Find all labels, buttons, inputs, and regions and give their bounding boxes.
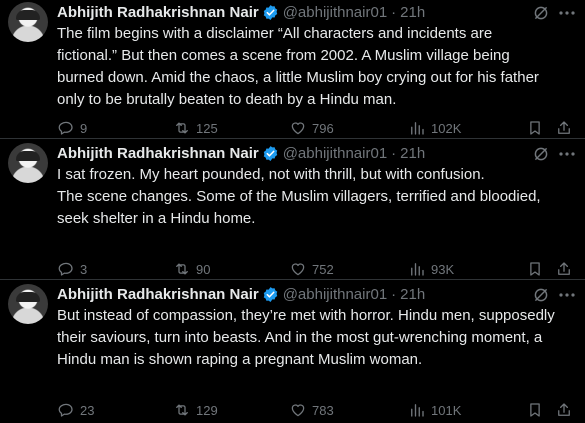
like-icon xyxy=(291,263,305,276)
views-count: 102K xyxy=(431,120,462,136)
separator-dot: · xyxy=(391,3,397,21)
reply-count: 23 xyxy=(80,402,95,418)
bookmark-button[interactable] xyxy=(526,400,544,420)
tweet[interactable]: Abhijith Radhakrishnan Nair @abhijithnai… xyxy=(0,139,585,280)
more-icon[interactable] xyxy=(557,287,577,303)
tweet-text: I sat frozen. My heart pounded, not with… xyxy=(57,164,585,230)
tweet-header: Abhijith Radhakrishnan Nair @abhijithnai… xyxy=(57,143,585,163)
share-icon xyxy=(558,121,570,134)
views-button[interactable]: 102K xyxy=(408,118,461,138)
views-count: 101K xyxy=(431,402,462,418)
grok-icon[interactable] xyxy=(533,5,549,21)
timestamp[interactable]: 21h xyxy=(400,145,425,162)
avatar[interactable] xyxy=(8,284,48,324)
repost-icon xyxy=(176,404,188,416)
share-button[interactable] xyxy=(555,259,573,279)
reply-icon xyxy=(58,403,73,417)
tweet-actions: 3 90 752 93K xyxy=(57,259,585,279)
reply-count: 9 xyxy=(80,120,88,136)
bookmark-button[interactable] xyxy=(526,259,544,279)
share-button[interactable] xyxy=(555,400,573,420)
timestamp[interactable]: 21h xyxy=(400,4,425,21)
tweet-header: Abhijith Radhakrishnan Nair @abhijithnai… xyxy=(57,2,585,22)
separator-dot: · xyxy=(391,144,397,162)
bookmark-icon xyxy=(530,121,540,135)
repost-count: 125 xyxy=(196,120,218,136)
avatar[interactable] xyxy=(8,143,48,183)
like-button[interactable]: 783 xyxy=(289,400,334,420)
like-count: 796 xyxy=(312,120,334,136)
tweet-actions: 9 125 796 102K xyxy=(57,118,585,138)
verified-badge-icon xyxy=(263,145,277,161)
author-name[interactable]: Abhijith Radhakrishnan Nair xyxy=(57,286,259,303)
tweet-text-line: The scene changes. Some of the Muslim vi… xyxy=(57,188,541,205)
repost-icon xyxy=(176,122,188,134)
repost-count: 90 xyxy=(196,261,211,277)
like-icon xyxy=(291,404,305,417)
grok-icon[interactable] xyxy=(533,146,549,162)
tweet-text-line: Hindu man is shown raping a pregnant Mus… xyxy=(57,351,423,368)
repost-icon xyxy=(176,263,188,275)
reply-button[interactable]: 23 xyxy=(57,400,94,420)
views-button[interactable]: 101K xyxy=(408,400,461,420)
author-handle[interactable]: @abhijithnair01 xyxy=(283,145,387,162)
share-button[interactable] xyxy=(555,118,573,138)
views-icon xyxy=(411,404,424,417)
reply-icon xyxy=(58,262,73,276)
tweet-header: Abhijith Radhakrishnan Nair @abhijithnai… xyxy=(57,284,585,304)
tweet-text-line: The film begins with a disclaimer “All c… xyxy=(57,25,493,42)
tweet-text-line: fictional.” But then comes a scene from … xyxy=(57,47,510,64)
repost-button[interactable]: 125 xyxy=(173,118,218,138)
author-name[interactable]: Abhijith Radhakrishnan Nair xyxy=(57,145,259,162)
views-button[interactable]: 93K xyxy=(408,259,454,279)
repost-button[interactable]: 90 xyxy=(173,259,210,279)
bookmark-icon xyxy=(530,403,540,417)
tweet-text-line: their saviours, turn into beasts. And in… xyxy=(57,329,543,346)
tweet-text-line: But instead of compassion, they’re met w… xyxy=(57,307,555,324)
separator-dot: · xyxy=(391,285,397,303)
repost-button[interactable]: 129 xyxy=(173,400,218,420)
tweet-text-line: only to be brutally beaten to death by a… xyxy=(57,91,397,108)
bookmark-icon xyxy=(530,262,540,276)
grok-icon[interactable] xyxy=(533,287,549,303)
like-button[interactable]: 752 xyxy=(289,259,334,279)
author-handle[interactable]: @abhijithnair01 xyxy=(283,286,387,303)
views-icon xyxy=(411,122,424,135)
repost-count: 129 xyxy=(196,402,218,418)
tweet-text: But instead of compassion, they’re met w… xyxy=(57,305,585,371)
avatar[interactable] xyxy=(8,2,48,42)
reply-button[interactable]: 3 xyxy=(57,259,87,279)
tweet-text-line: burned down. Amid the chaos, a little Mu… xyxy=(57,69,539,86)
share-icon xyxy=(558,403,570,416)
tweet[interactable]: Abhijith Radhakrishnan Nair @abhijithnai… xyxy=(0,0,585,139)
tweet[interactable]: Abhijith Radhakrishnan Nair @abhijithnai… xyxy=(0,280,585,421)
tweet-text: The film begins with a disclaimer “All c… xyxy=(57,23,585,111)
tweet-text-line: seek shelter in a Hindu home. xyxy=(57,210,256,227)
like-button[interactable]: 796 xyxy=(289,118,334,138)
like-icon xyxy=(291,122,305,135)
like-count: 752 xyxy=(312,261,334,277)
tweet-text-line: I sat frozen. My heart pounded, not with… xyxy=(57,166,485,183)
thread-feed: Abhijith Radhakrishnan Nair @abhijithnai… xyxy=(0,0,585,423)
views-count: 93K xyxy=(431,261,455,277)
like-count: 783 xyxy=(312,402,334,418)
reply-button[interactable]: 9 xyxy=(57,118,87,138)
author-name[interactable]: Abhijith Radhakrishnan Nair xyxy=(57,4,259,21)
verified-badge-icon xyxy=(263,4,277,20)
share-icon xyxy=(558,262,570,275)
more-icon[interactable] xyxy=(557,5,577,21)
more-icon[interactable] xyxy=(557,146,577,162)
author-handle[interactable]: @abhijithnair01 xyxy=(283,4,387,21)
timestamp[interactable]: 21h xyxy=(400,286,425,303)
views-icon xyxy=(411,263,424,276)
reply-count: 3 xyxy=(80,261,88,277)
tweet-actions: 23 129 783 101K xyxy=(57,400,585,420)
bookmark-button[interactable] xyxy=(526,118,544,138)
reply-icon xyxy=(58,121,73,135)
verified-badge-icon xyxy=(263,286,277,302)
